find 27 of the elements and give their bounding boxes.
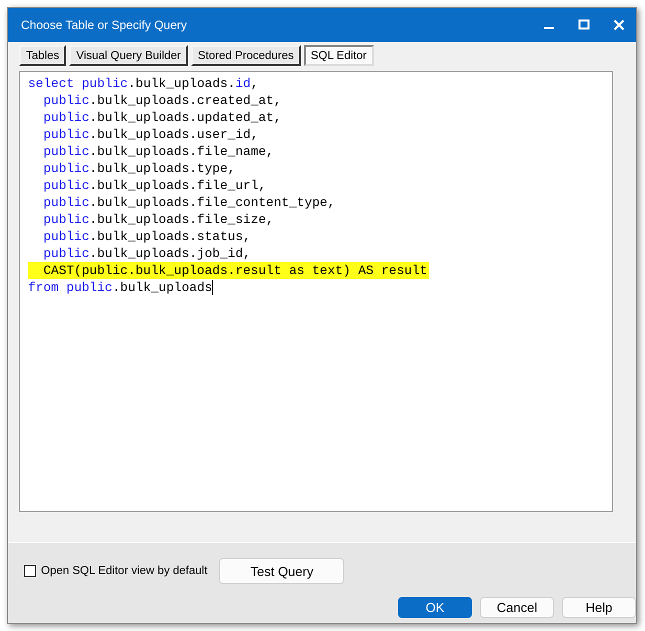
tab[interactable]: Visual Query Builder <box>69 45 188 66</box>
tab[interactable]: Tables <box>19 45 66 66</box>
code-line: public.bulk_uploads.status, <box>42 228 251 245</box>
tab[interactable]: SQL Editor <box>304 45 374 66</box>
code-line: public.bulk_uploads.created_at, <box>42 92 282 109</box>
code-line: public.bulk_uploads.file_size, <box>42 211 274 228</box>
checkbox[interactable] <box>24 565 36 577</box>
code-line: public.bulk_uploads.job_id, <box>42 245 251 262</box>
code-line: public.bulk_uploads.user_id, <box>42 126 258 143</box>
code-line: public.bulk_uploads.file_url, <box>42 177 266 194</box>
dialog-button[interactable]: Cancel <box>480 597 554 618</box>
code-line: public.bulk_uploads.file_content_type, <box>42 194 336 211</box>
code-line: select public.bulk_uploads.id, <box>28 75 258 92</box>
close-icon[interactable] <box>613 19 625 31</box>
window-title: Choose Table or Specify Query <box>21 18 187 32</box>
code-line: from public.bulk_uploads <box>28 279 214 296</box>
checkbox-label: Open SQL Editor view by default <box>41 565 208 577</box>
code-line: public.bulk_uploads.type, <box>42 160 236 177</box>
test-query-button[interactable]: Test Query <box>219 558 344 584</box>
code-line: public.bulk_uploads.updated_at, <box>42 109 282 126</box>
code-line: public.bulk_uploads.file_name, <box>42 143 274 160</box>
dialog-button[interactable]: OK <box>398 597 472 618</box>
text-cursor <box>212 280 214 296</box>
sql-editor[interactable] <box>19 71 613 512</box>
dialog-button[interactable]: Help <box>562 597 636 618</box>
maximize-icon[interactable] <box>578 19 590 31</box>
tab[interactable]: Stored Procedures <box>190 45 301 66</box>
